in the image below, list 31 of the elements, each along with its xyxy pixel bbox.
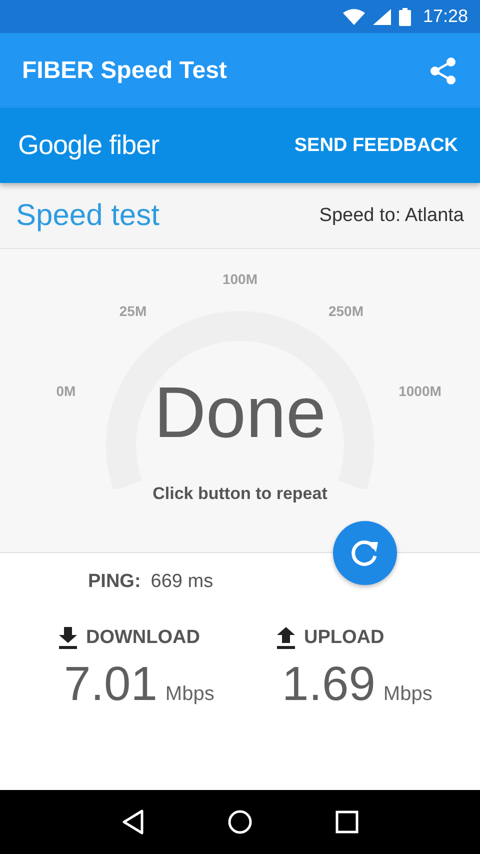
server-label: Speed to: Atlanta (319, 204, 464, 226)
recents-icon[interactable] (335, 810, 359, 834)
signal-icon (372, 8, 391, 24)
gauge-tick-label: 100M (222, 271, 258, 287)
send-feedback-button[interactable]: SEND FEEDBACK (292, 130, 460, 160)
upload-icon (276, 627, 296, 649)
result-value: 1.69 (282, 657, 376, 712)
wifi-icon (342, 8, 365, 24)
home-icon[interactable] (227, 809, 253, 835)
gauge-tick-label: 0M (56, 383, 76, 399)
ping-value: 669 ms (150, 571, 214, 593)
result-label: DOWNLOAD (86, 627, 200, 649)
gauge-tick-label: 25M (119, 303, 147, 319)
share-icon[interactable] (430, 56, 456, 84)
brand-logo: Google fiber (18, 130, 160, 161)
result-label: UPLOAD (304, 627, 384, 649)
result-unit: Mbps (165, 683, 214, 706)
battery-icon (398, 8, 411, 26)
result-value: 7.01 (64, 657, 158, 712)
refresh-button[interactable] (333, 521, 397, 585)
gauge-tick-label: 250M (328, 303, 364, 319)
download-icon (58, 627, 78, 649)
result-unit: Mbps (383, 683, 432, 706)
status-time: 17:28 (422, 6, 468, 27)
gauge-hint: Click button to repeat (152, 484, 328, 504)
app-title: FIBER Speed Test (22, 56, 227, 84)
gauge-tick-label: 1000M (398, 383, 442, 399)
section-title: Speed test (16, 198, 160, 232)
back-icon[interactable] (121, 809, 145, 835)
ping-label: PING: (88, 571, 141, 593)
gauge-status: Done (154, 377, 326, 449)
